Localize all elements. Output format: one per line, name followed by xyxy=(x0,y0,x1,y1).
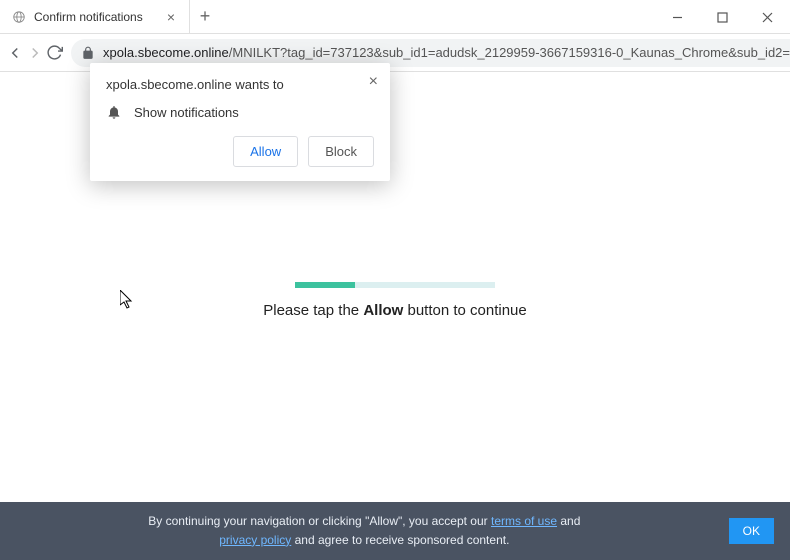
dialog-close-button[interactable]: × xyxy=(369,73,378,91)
allow-button[interactable]: Allow xyxy=(233,136,298,167)
progress-bar xyxy=(295,282,495,288)
back-button[interactable] xyxy=(6,38,24,68)
tab-title: Confirm notifications xyxy=(34,10,155,24)
lock-icon xyxy=(81,46,95,60)
privacy-link[interactable]: privacy policy xyxy=(219,533,291,547)
minimize-button[interactable] xyxy=(655,0,700,34)
url-text: xpola.sbecome.online/MNILKT?tag_id=73712… xyxy=(103,45,790,60)
block-button[interactable]: Block xyxy=(308,136,374,167)
terms-link[interactable]: terms of use xyxy=(491,514,557,528)
dialog-title: xpola.sbecome.online wants to xyxy=(106,77,374,92)
new-tab-button[interactable]: + xyxy=(190,0,220,33)
instruction-text: Please tap the Allow button to continue xyxy=(0,302,790,319)
cookie-ok-button[interactable]: OK xyxy=(729,518,774,544)
cookie-text: By continuing your navigation or clickin… xyxy=(16,512,713,550)
tab-close-button[interactable]: × xyxy=(163,7,179,27)
globe-icon xyxy=(12,10,26,24)
forward-button xyxy=(26,38,44,68)
permission-row: Show notifications xyxy=(106,104,374,120)
reload-button[interactable] xyxy=(46,38,63,68)
cookie-consent-bar: By continuing your navigation or clickin… xyxy=(0,502,790,560)
permission-label: Show notifications xyxy=(134,105,239,120)
window-controls xyxy=(655,0,790,34)
maximize-button[interactable] xyxy=(700,0,745,34)
browser-tab[interactable]: Confirm notifications × xyxy=(0,0,190,33)
titlebar: Confirm notifications × + xyxy=(0,0,790,34)
bell-icon xyxy=(106,104,122,120)
close-window-button[interactable] xyxy=(745,0,790,34)
notification-permission-dialog: × xpola.sbecome.online wants to Show not… xyxy=(90,63,390,181)
